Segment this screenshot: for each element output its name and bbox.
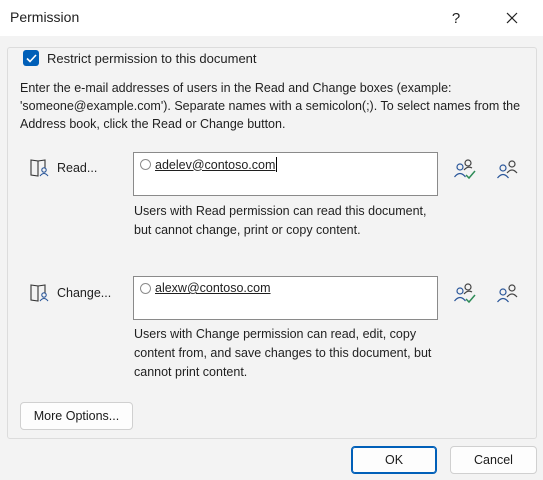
- user-directory-icon: [497, 160, 518, 179]
- read-user-entry[interactable]: adelev@contoso.com: [140, 157, 278, 172]
- user-status-radio: [140, 159, 151, 170]
- address-book-icon: [29, 158, 51, 178]
- check-names-icon: [454, 159, 476, 180]
- read-users-field[interactable]: adelev@contoso.com: [133, 152, 438, 196]
- user-directory-icon: [497, 284, 518, 303]
- read-directory-button[interactable]: [495, 156, 521, 182]
- change-user-email[interactable]: alexw@contoso.com: [155, 281, 271, 295]
- check-names-icon: [454, 283, 476, 304]
- read-check-names-button[interactable]: [452, 156, 478, 182]
- instructions-text: Enter the e-mail addresses of users in t…: [20, 81, 521, 131]
- change-button-label: Change...: [57, 286, 112, 300]
- dialog-title: Permission: [10, 9, 80, 25]
- cancel-label: Cancel: [474, 453, 513, 467]
- ok-button[interactable]: OK: [351, 446, 437, 474]
- change-user-entry[interactable]: alexw@contoso.com: [140, 281, 271, 295]
- close-button[interactable]: [490, 0, 534, 36]
- close-icon: [506, 12, 518, 24]
- restrict-permission-checkbox[interactable]: Restrict permission to this document: [23, 48, 261, 68]
- help-button[interactable]: ?: [434, 0, 478, 36]
- checkbox-checked[interactable]: [23, 50, 39, 66]
- read-button[interactable]: Read...: [25, 155, 101, 181]
- checkmark-icon: [25, 53, 37, 63]
- change-users-field[interactable]: alexw@contoso.com: [133, 276, 438, 320]
- more-options-button[interactable]: More Options...: [20, 402, 133, 430]
- text-cursor: [276, 157, 278, 172]
- more-options-label: More Options...: [33, 409, 120, 423]
- change-directory-button[interactable]: [495, 280, 521, 306]
- restrict-permission-label: Restrict permission to this document: [47, 50, 257, 66]
- change-button[interactable]: Change...: [25, 280, 115, 306]
- title-bar: Permission ?: [0, 0, 543, 36]
- user-status-radio: [140, 282, 151, 294]
- read-button-label: Read...: [57, 161, 98, 175]
- read-permission-description: Users with Read permission can read this…: [134, 204, 427, 237]
- cancel-button[interactable]: Cancel: [450, 446, 537, 474]
- help-label: ?: [451, 9, 461, 27]
- change-check-names-button[interactable]: [452, 280, 478, 306]
- read-user-email[interactable]: adelev@contoso.com: [155, 158, 275, 172]
- address-book-icon: [29, 283, 51, 303]
- ok-label: OK: [384, 453, 404, 467]
- change-permission-description: Users with Change permission can read, e…: [134, 327, 432, 379]
